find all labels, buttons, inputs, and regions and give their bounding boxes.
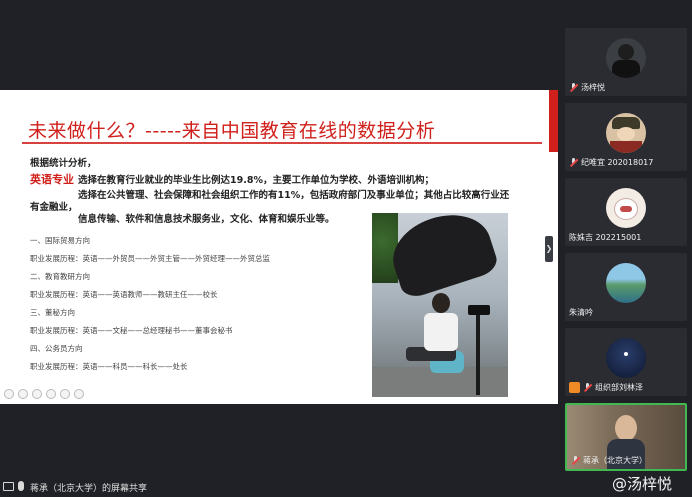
stat-line-4: 信息传输、软件和信息技术服务业，文化、体育和娱乐业等。 bbox=[78, 214, 335, 225]
participant-name: 朱清吟 bbox=[569, 308, 593, 317]
avatar bbox=[606, 38, 646, 78]
career-heading: 四、公务员方向 bbox=[30, 344, 83, 353]
career-path: 职业发展历程：英语——外贸员——外贸主管——外贸经理——外贸总监 bbox=[30, 254, 270, 263]
next-slide-icon[interactable] bbox=[18, 389, 28, 399]
grid-icon[interactable] bbox=[60, 389, 70, 399]
stat-line-3: 有金融业， bbox=[30, 202, 78, 213]
title-underline bbox=[22, 142, 542, 144]
career-heading: 一、国际贸易方向 bbox=[30, 236, 90, 245]
host-badge-icon bbox=[569, 382, 580, 393]
avatar bbox=[606, 338, 646, 378]
screen-share-icon bbox=[3, 482, 14, 491]
slide-title: 未来做什么？-----来自中国教育在线的数据分析 bbox=[28, 120, 436, 142]
stat-line-2: 选择在公共管理、社会保障和社会组织工作的有11%，包括政府部门及事业单位；其他占… bbox=[78, 190, 510, 201]
stat-intro: 根据统计分析， bbox=[30, 158, 97, 169]
participant-name: 汤梓悦 bbox=[581, 83, 605, 92]
career-path: 职业发展历程：英语——英语教师——教研主任——校长 bbox=[30, 290, 218, 299]
mic-icon bbox=[571, 456, 580, 465]
share-status-text: 蒋承（北京大学）的屏幕共享 bbox=[30, 484, 148, 494]
english-major-label: 英语专业 bbox=[30, 173, 74, 186]
participant-tile-active-speaker[interactable]: 蒋承（北京大学） bbox=[565, 403, 687, 471]
participant-tile[interactable]: 汤梓悦 bbox=[565, 28, 687, 96]
prev-slide-icon[interactable] bbox=[4, 389, 14, 399]
career-path: 职业发展历程：英语——科员——科长——处长 bbox=[30, 362, 188, 371]
mic-muted-icon bbox=[583, 383, 592, 392]
stat-line-1: 选择在教育行业就业的毕业生比例达19.8%，主要工作单位为学校、外语培训机构； bbox=[78, 175, 434, 186]
participant-tile[interactable]: 纪唯宜 202018017 bbox=[565, 103, 687, 171]
watermark: @汤梓悦 bbox=[612, 475, 673, 493]
meeting-window: 未来做什么？-----来自中国教育在线的数据分析 根据统计分析， 英语专业 选择… bbox=[0, 0, 692, 497]
mic-muted-icon bbox=[569, 158, 578, 167]
participant-tile[interactable]: 朱清吟 bbox=[565, 253, 687, 321]
mic-icon bbox=[18, 481, 24, 491]
participant-name: 纪唯宜 202018017 bbox=[581, 158, 654, 167]
career-heading: 二、教育教研方向 bbox=[30, 272, 90, 281]
participant-name: 陈姝吉 202215001 bbox=[569, 233, 642, 242]
pen-icon[interactable] bbox=[32, 389, 42, 399]
slide-toolbar bbox=[4, 389, 84, 399]
slide-photo bbox=[372, 213, 508, 397]
participant-name: 蒋承（北京大学） bbox=[583, 456, 647, 465]
mic-muted-icon bbox=[569, 83, 578, 92]
more-icon[interactable] bbox=[74, 389, 84, 399]
participant-name: 组织部刘林泽 bbox=[595, 383, 643, 392]
strip-collapse-button[interactable]: ❯ bbox=[545, 236, 553, 262]
participant-tile[interactable]: 组织部刘林泽 bbox=[565, 328, 687, 396]
participant-tile[interactable]: 陈姝吉 202215001 bbox=[565, 178, 687, 246]
career-path: 职业发展历程：英语——文秘——总经理秘书——董事会秘书 bbox=[30, 326, 233, 335]
speaker-face bbox=[615, 415, 637, 441]
avatar bbox=[606, 113, 646, 153]
avatar bbox=[606, 188, 646, 228]
career-heading: 三、董秘方向 bbox=[30, 308, 75, 317]
screen-share-bar: 蒋承（北京大学）的屏幕共享 bbox=[0, 478, 692, 497]
zoom-icon[interactable] bbox=[46, 389, 56, 399]
slide-accent-bar bbox=[549, 90, 558, 152]
avatar bbox=[606, 263, 646, 303]
shared-slide: 未来做什么？-----来自中国教育在线的数据分析 根据统计分析， 英语专业 选择… bbox=[0, 90, 558, 404]
